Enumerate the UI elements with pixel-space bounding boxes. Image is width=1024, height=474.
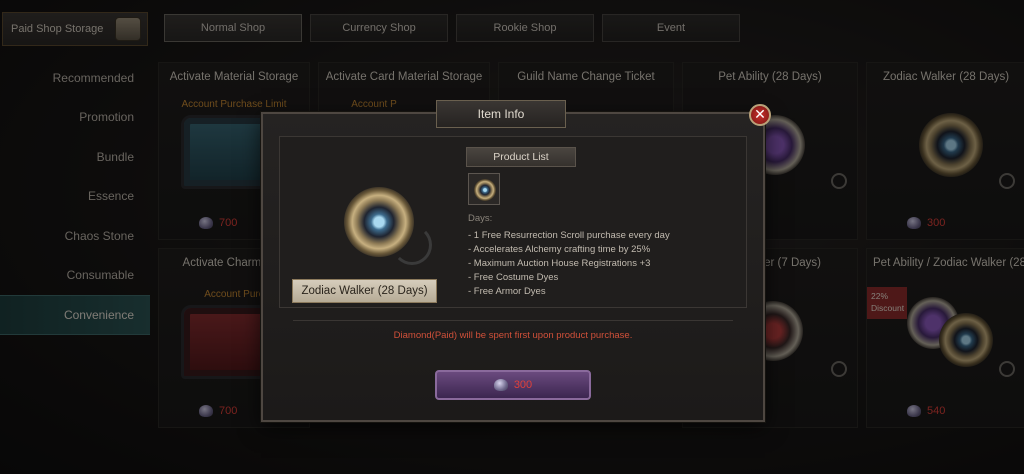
shop-screen: Paid Shop Storage Normal Shop Currency S…: [0, 0, 1024, 474]
purchase-notice: Diamond(Paid) will be spent first upon p…: [393, 330, 633, 341]
divider: [293, 320, 733, 321]
zodiac-walker-icon: [474, 179, 496, 201]
buy-price: 300: [513, 379, 533, 391]
product-description: - 1 Free Resurrection Scroll purchase ev…: [468, 229, 738, 299]
effect-line: - Free Armor Dyes: [468, 286, 546, 297]
effect-line: - Maximum Auction House Registrations +3: [468, 258, 651, 269]
description-cut-line: Days:: [468, 213, 493, 224]
item-info-modal: Item Info ✕ Zodiac Walker (28 Days) Prod…: [261, 100, 771, 422]
item-detail-panel: Zodiac Walker (28 Days) Product List Day…: [279, 136, 747, 308]
diamond-icon: [493, 379, 508, 391]
zodiac-walker-icon: [344, 187, 414, 257]
close-button[interactable]: ✕: [749, 104, 771, 126]
effect-line: - Free Costume Dyes: [468, 272, 559, 283]
buy-button[interactable]: 300: [435, 370, 591, 400]
effect-line: - Accelerates Alchemy crafting time by 2…: [468, 244, 651, 255]
effect-line: - 1 Free Resurrection Scroll purchase ev…: [468, 230, 670, 241]
product-image: [332, 175, 432, 265]
modal-title: Item Info: [436, 100, 566, 128]
product-list-label: Product List: [466, 147, 576, 167]
product-thumbnail[interactable]: [468, 173, 500, 205]
product-name: Zodiac Walker (28 Days): [292, 279, 437, 303]
